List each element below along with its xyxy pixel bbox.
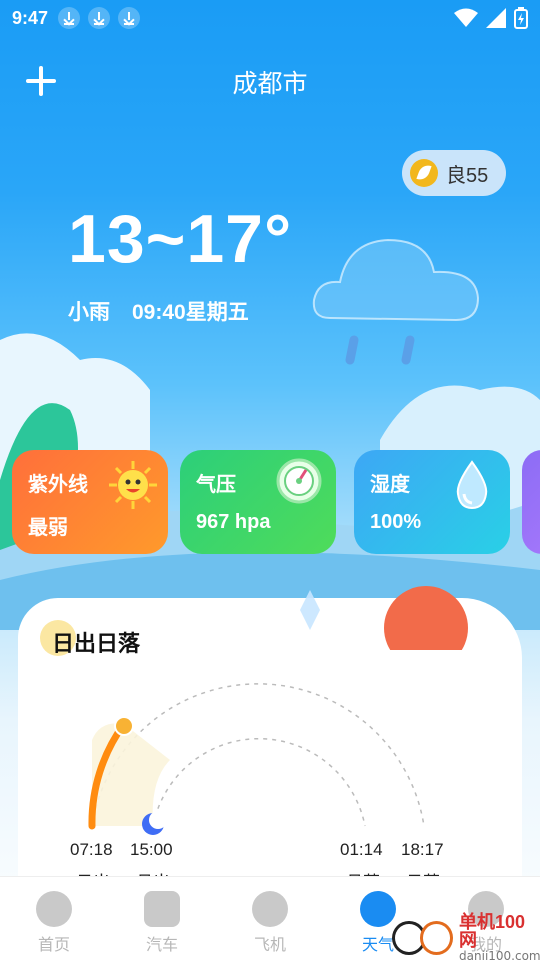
moonrise-time: 15:00: [130, 840, 173, 859]
watermark-logo-icon: [419, 921, 454, 955]
indices-cards: 紫外线 最弱 气压 967 hpa 湿度 100%: [12, 450, 540, 554]
nav-home-label: 首页: [37, 937, 70, 954]
header: 成都市: [0, 56, 540, 104]
pressure-value: 967 hpa: [196, 511, 271, 533]
weather-icon: [360, 891, 396, 927]
nav-home[interactable]: 首页: [14, 891, 94, 955]
humidity-value: 100%: [370, 511, 422, 533]
more-card[interactable]: [522, 450, 540, 554]
temperature-range: 13~17°: [68, 201, 293, 277]
download-icon: [118, 7, 141, 29]
status-bar: 9:47: [0, 0, 540, 36]
update-datetime: 09:40星期五: [132, 301, 249, 324]
watermark-text: 单机100网: [459, 912, 526, 950]
watermark-url: danji100.com: [459, 949, 540, 960]
weather-condition-line: 小雨 09:40星期五: [68, 296, 249, 326]
gauge-icon: [276, 458, 322, 504]
sunset-time: 18:17: [401, 840, 444, 859]
moonset-time: 01:14: [340, 840, 383, 859]
city-name[interactable]: 成都市: [0, 64, 540, 100]
sun-progress-fill: [92, 723, 170, 826]
download-icon: [58, 7, 81, 29]
nav-plane-label: 飞机: [253, 937, 286, 954]
watermark: 单机100网 danji100.com: [392, 913, 540, 960]
uv-value: 最弱: [28, 517, 68, 539]
bus-icon: [144, 891, 180, 927]
nav-car[interactable]: 汽车: [122, 891, 202, 955]
airplane-icon: [252, 891, 288, 927]
nav-car-label: 汽车: [145, 937, 178, 954]
download-icon: [88, 7, 111, 29]
battery-charging-icon: [514, 7, 528, 29]
signal-icon: [486, 8, 506, 28]
notification-icons: [58, 7, 141, 29]
pressure-card[interactable]: 气压 967 hpa: [180, 450, 336, 554]
air-quality-badge[interactable]: 良55: [402, 150, 506, 196]
weather-condition: 小雨: [68, 301, 110, 324]
air-quality-label: 良55: [446, 164, 489, 187]
nav-plane[interactable]: 飞机: [230, 891, 310, 955]
wifi-icon: [454, 8, 478, 27]
system-icons: [454, 7, 528, 29]
moon-arc-track: [152, 738, 366, 827]
sun-face-icon: [109, 461, 157, 509]
sunrise-time: 07:18: [70, 840, 113, 859]
water-drop-icon: [456, 460, 488, 510]
uv-card[interactable]: 紫外线 最弱: [12, 450, 168, 554]
humidity-card[interactable]: 湿度 100%: [354, 450, 510, 554]
clock: 9:47: [12, 7, 49, 28]
nav-weather-label: 天气: [361, 937, 394, 954]
leaf-icon: [410, 159, 438, 187]
sun-marker-icon: [114, 716, 134, 736]
home-icon: [36, 891, 72, 927]
